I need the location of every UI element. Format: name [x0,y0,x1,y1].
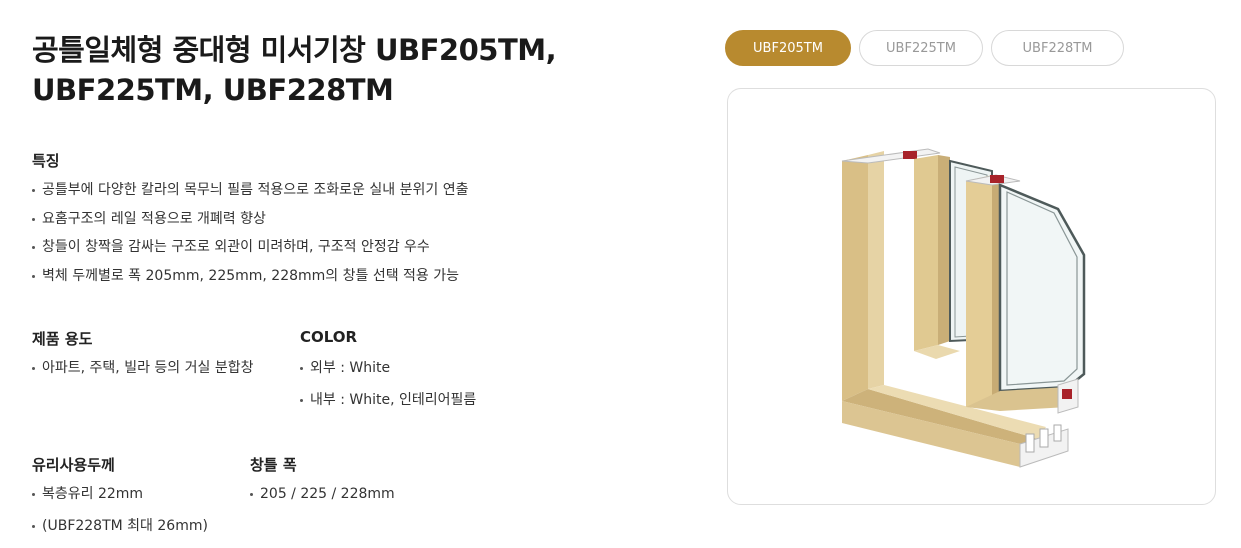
features-list: 공틀부에 다양한 칼라의 목무늬 필름 적용으로 조화로운 실내 분위기 연출 … [32,176,468,290]
list-item: 창들이 창짝을 감싸는 구조로 외관이 미려하며, 구조적 안정감 우수 [32,233,468,262]
glass-list: 복층유리 22mm (UBF228TM 최대 26mm) [32,478,208,542]
glass-heading: 유리사용두께 [32,456,115,474]
tab-ubf205tm[interactable]: UBF205TM [725,30,851,66]
list-item: 외부 : White [300,352,476,384]
usage-list: 아파트, 주택, 빌라 등의 거실 분합창 [32,352,253,384]
model-tabs: UBF205TM UBF225TM UBF228TM [725,30,1124,66]
product-title: 공틀일체형 중대형 미서기창 UBF205TM, UBF225TM, UBF22… [32,30,652,110]
list-item: 요홈구조의 레일 적용으로 개폐력 향상 [32,205,468,234]
list-item: 복층유리 22mm [32,478,208,510]
list-item: 205 / 225 / 228mm [250,478,395,510]
color-list: 외부 : White 내부 : White, 인테리어필름 [300,352,476,416]
list-item: 벽체 두께별로 폭 205mm, 225mm, 228mm의 창틀 선택 적용 … [32,262,468,291]
color-heading: COLOR [300,328,358,346]
list-item: 내부 : White, 인테리어필름 [300,384,476,416]
product-title-line1: 공틀일체형 중대형 미서기창 UBF205TM, [32,33,557,67]
list-item: 아파트, 주택, 빌라 등의 거실 분합창 [32,352,253,384]
list-item: 공틀부에 다양한 칼라의 목무늬 필름 적용으로 조화로운 실내 분위기 연출 [32,176,468,205]
list-item: (UBF228TM 최대 26mm) [32,510,208,542]
frame-width-list: 205 / 225 / 228mm [250,478,395,510]
usage-heading: 제품 용도 [32,330,93,348]
tab-ubf228tm[interactable]: UBF228TM [991,30,1124,66]
frame-width-heading: 창틀 폭 [250,456,297,474]
product-title-line2: UBF225TM, UBF228TM [32,73,394,107]
features-heading: 특징 [32,152,60,170]
product-image-frame [727,88,1216,505]
tab-ubf225tm[interactable]: UBF225TM [859,30,983,66]
window-cross-section-image [841,148,1086,468]
